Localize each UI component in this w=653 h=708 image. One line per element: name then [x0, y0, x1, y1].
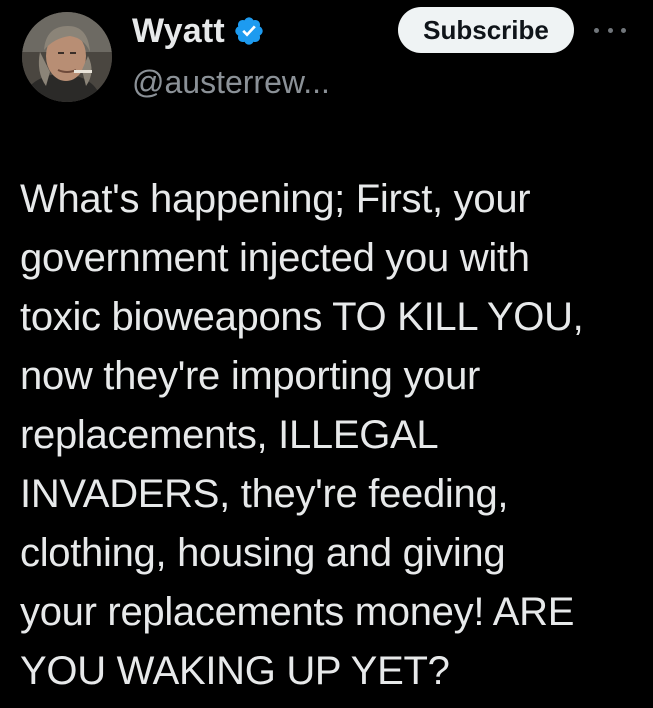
tweet-card: Wyatt @austerrew... Subscribe What's hap…	[0, 0, 653, 708]
more-dot	[607, 27, 613, 33]
avatar-image	[22, 12, 112, 102]
more-horizontal-icon[interactable]	[594, 22, 626, 38]
more-dot	[621, 27, 626, 33]
author-handle[interactable]: @austerrew...	[132, 64, 330, 101]
subscribe-button[interactable]: Subscribe	[398, 7, 574, 53]
verified-badge-icon[interactable]	[233, 15, 265, 47]
more-dot	[594, 27, 599, 33]
author-name-row: Wyatt	[132, 10, 265, 52]
avatar[interactable]	[22, 12, 112, 102]
author-display-name[interactable]: Wyatt	[132, 12, 225, 51]
tweet-text: What's happening; First, your government…	[20, 177, 584, 693]
